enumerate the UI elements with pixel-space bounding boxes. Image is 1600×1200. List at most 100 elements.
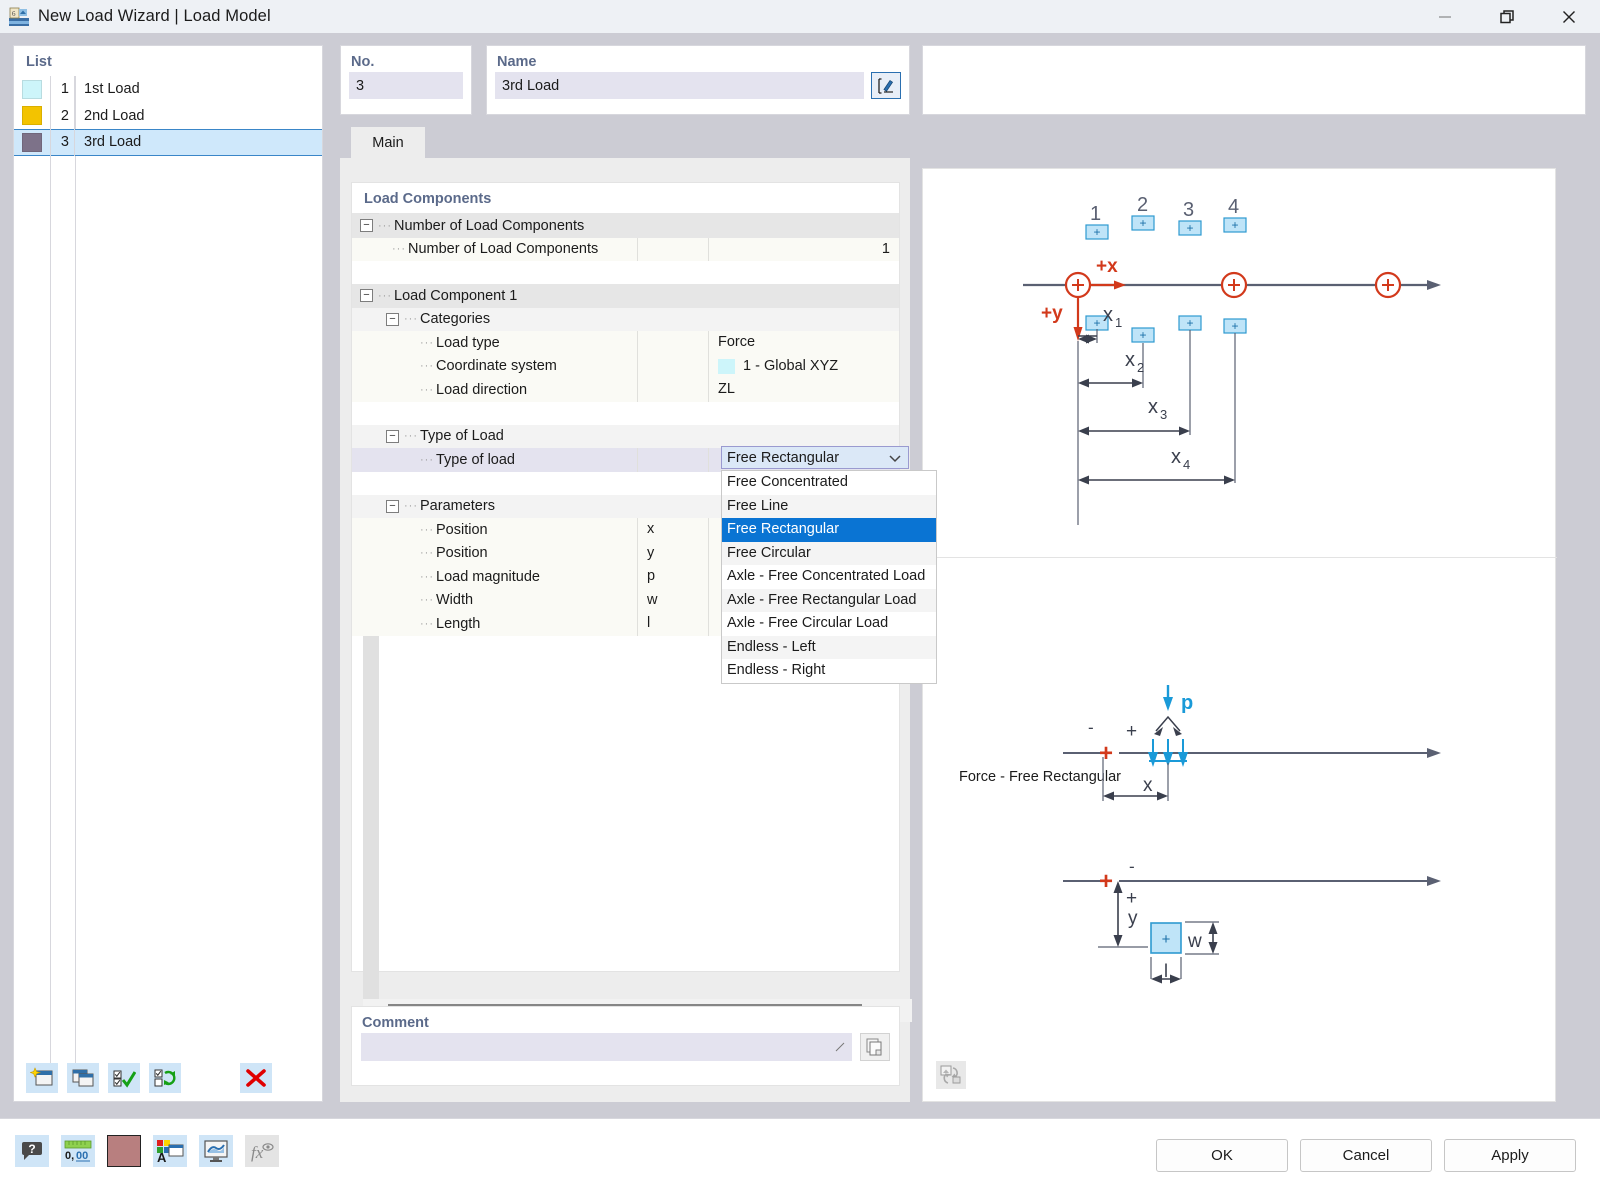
tree-subgroup-row[interactable]: − ··· Type of Load — [352, 424, 899, 448]
tree-row-label: Type of load — [436, 451, 515, 468]
tree-row-symbol: w — [637, 588, 709, 612]
tree-group-label: Load Component 1 — [394, 287, 518, 304]
tree-group-row[interactable]: − ··· Load Component 1 — [352, 284, 899, 308]
tree-row[interactable]: ··· Load type Force — [352, 331, 899, 355]
chevron-down-icon[interactable] — [882, 453, 908, 463]
svg-text:2: 2 — [1137, 360, 1144, 375]
comment-input[interactable] — [361, 1033, 852, 1061]
coordinate-system-label: 1 - Global XYZ — [743, 357, 839, 374]
color-swatch — [22, 106, 42, 126]
copy-pages-icon[interactable] — [860, 1033, 890, 1061]
image-swap-icon[interactable] — [936, 1061, 966, 1089]
tree-subgroup-label: Type of Load — [420, 428, 504, 445]
resize-handle-icon — [835, 1042, 845, 1052]
tree-row-value[interactable]: Force — [709, 331, 899, 355]
type-of-load-combo[interactable]: Free Rectangular — [721, 446, 909, 469]
svg-text:+y: +y — [1041, 303, 1063, 324]
tree-row[interactable]: ··· Load direction ZL — [352, 378, 899, 402]
minimize-button[interactable] — [1414, 0, 1476, 33]
dropdown-option[interactable]: Endless - Right — [722, 659, 936, 683]
svg-text:y: y — [1128, 908, 1138, 929]
tree-row[interactable]: ··· Number of Load Components 1 — [352, 237, 899, 262]
ok-button[interactable]: OK — [1156, 1139, 1288, 1172]
tree-spacer — [352, 401, 899, 425]
expander-icon[interactable]: − — [360, 219, 373, 233]
bottom-bar: ? 0, 00 A fx OK Cancel Apply — [0, 1118, 1600, 1200]
dropdown-option[interactable]: Endless - Left — [722, 635, 936, 659]
pencil-edit-icon[interactable] — [871, 72, 901, 99]
number-input[interactable]: 3 — [349, 72, 463, 99]
number-label: No. — [351, 54, 375, 70]
svg-text:+x: +x — [1096, 256, 1118, 277]
tree-row-value[interactable]: 1 - Global XYZ — [709, 355, 899, 379]
tree-connector-icon: ··· — [420, 594, 434, 607]
svg-text:w: w — [1187, 931, 1202, 952]
list-item-selected[interactable]: 3 3rd Load — [14, 129, 322, 156]
svg-text:+: + — [1126, 888, 1137, 909]
dropdown-option-selected[interactable]: Free Rectangular — [722, 518, 936, 542]
copy-load-button[interactable] — [67, 1063, 99, 1093]
load-components-title: Load Components — [352, 183, 899, 214]
svg-text:fx: fx — [251, 1143, 264, 1162]
svg-text:3: 3 — [1160, 407, 1167, 422]
svg-text:x: x — [1143, 775, 1153, 796]
svg-text:+: + — [1162, 931, 1171, 948]
svg-text:0,: 0, — [65, 1150, 74, 1162]
tree-row-symbol — [637, 354, 709, 378]
svg-text:-: - — [1088, 718, 1094, 737]
expander-icon[interactable]: − — [386, 312, 399, 326]
dropdown-option[interactable]: Free Line — [722, 494, 936, 518]
question-balloon-icon[interactable]: ? — [15, 1135, 49, 1167]
expander-icon[interactable]: − — [360, 289, 373, 303]
tab-main[interactable]: Main — [351, 127, 425, 159]
new-load-button[interactable] — [26, 1063, 58, 1093]
dropdown-option[interactable]: Axle - Free Concentrated Load — [722, 565, 936, 589]
svg-text:+: + — [1139, 216, 1146, 230]
tree-connector-icon: ··· — [420, 453, 434, 466]
dropdown-option[interactable]: Free Concentrated — [722, 471, 936, 495]
comment-card: Comment — [351, 1006, 900, 1086]
tree-group-row[interactable]: − ··· Number of Load Components — [352, 214, 899, 238]
type-of-load-dropdown-list[interactable]: Free Concentrated Free Line Free Rectang… — [721, 470, 937, 684]
dropdown-option[interactable]: Axle - Free Circular Load — [722, 612, 936, 636]
expander-icon[interactable]: − — [386, 499, 399, 513]
delete-load-button[interactable] — [240, 1063, 272, 1093]
svg-text:00: 00 — [76, 1150, 88, 1162]
select-all-button[interactable] — [108, 1063, 140, 1093]
tree-subgroup-row[interactable]: − ··· Categories — [352, 307, 899, 331]
cancel-button[interactable]: Cancel — [1300, 1139, 1432, 1172]
svg-text:+: + — [1126, 721, 1137, 742]
list-item-number: 2 — [50, 102, 75, 129]
close-button[interactable] — [1538, 0, 1600, 33]
svg-text:+: + — [1231, 319, 1238, 333]
palette-window-icon[interactable]: A — [153, 1135, 187, 1167]
expander-icon[interactable]: − — [386, 429, 399, 443]
list-toolbar — [14, 1055, 322, 1101]
svg-text:x: x — [1148, 396, 1158, 418]
tree-connector-icon: ··· — [392, 243, 406, 256]
tree-row-label: Load type — [436, 334, 500, 351]
tree-row-label: Width — [436, 592, 474, 609]
screen-surface-icon[interactable] — [199, 1135, 233, 1167]
list-item[interactable]: 2 2nd Load — [14, 102, 322, 129]
dropdown-option[interactable]: Free Circular — [722, 541, 936, 565]
svg-text:3: 3 — [1183, 199, 1194, 221]
tree-connector-icon: ··· — [420, 523, 434, 536]
tree-row-label: Length — [436, 615, 481, 632]
restore-button[interactable] — [1476, 0, 1538, 33]
diagram-divider — [923, 557, 1557, 558]
list-item[interactable]: 1 1st Load — [14, 76, 322, 103]
load-wizard-dialog: 6 New Load Wizard | Load Model List 1 1s… — [0, 0, 1600, 1200]
tree-row-value[interactable]: ZL — [709, 378, 899, 402]
invert-selection-button[interactable] — [149, 1063, 181, 1093]
name-input[interactable]: 3rd Load — [495, 72, 864, 99]
color-button[interactable] — [107, 1135, 141, 1167]
dropdown-option[interactable]: Axle - Free Rectangular Load — [722, 588, 936, 612]
list-grid-lines — [14, 76, 324, 1076]
tree-connector-icon: ··· — [420, 336, 434, 349]
tree-connector-icon: ··· — [404, 313, 418, 326]
tree-row-value[interactable]: 1 — [709, 238, 899, 262]
tree-row[interactable]: ··· Coordinate system 1 - Global XYZ — [352, 354, 899, 379]
decimal-places-button[interactable]: 0, 00 — [61, 1135, 95, 1167]
apply-button[interactable]: Apply — [1444, 1139, 1576, 1172]
